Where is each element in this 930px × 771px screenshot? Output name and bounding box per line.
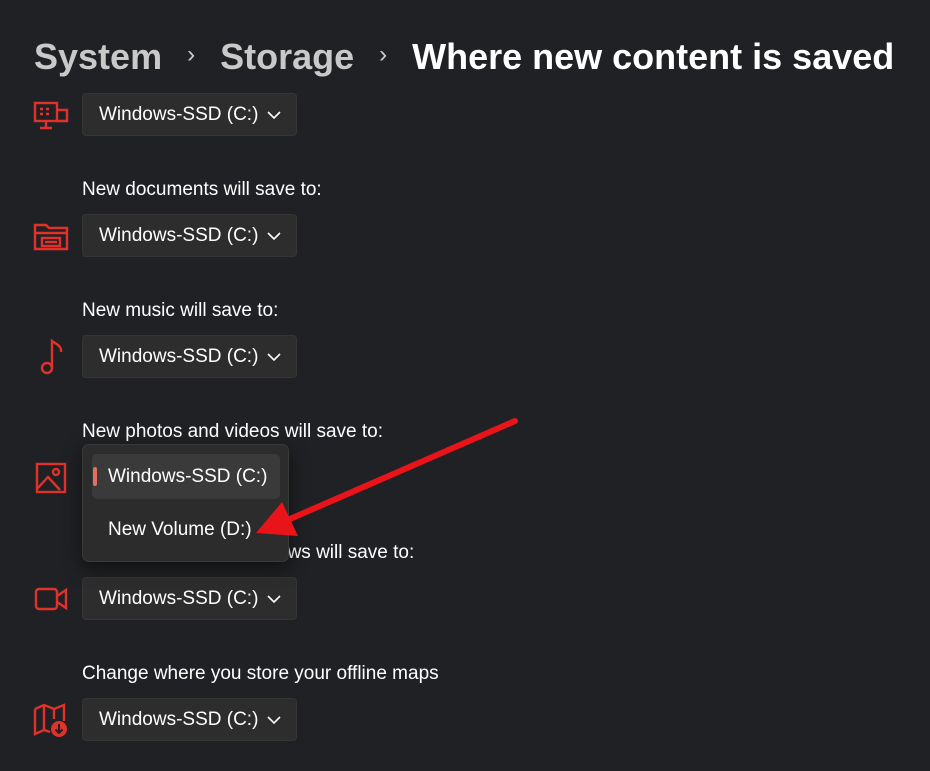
dropdown-value: Windows-SSD (C:) xyxy=(99,224,259,246)
chevron-down-icon xyxy=(267,352,281,361)
option-label: New Volume (D:) xyxy=(108,518,252,540)
dropdown-value: Windows-SSD (C:) xyxy=(99,708,259,730)
option-new-volume[interactable]: New Volume (D:) xyxy=(92,507,280,552)
dropdown-value: Windows-SSD (C:) xyxy=(99,103,259,125)
photos-videos-label: New photos and videos will save to: xyxy=(82,421,383,442)
movies-tv-drive-dropdown[interactable]: Windows-SSD (C:) xyxy=(82,577,297,620)
chevron-down-icon xyxy=(267,715,281,724)
chevron-down-icon xyxy=(267,594,281,603)
page-title: Where new content is saved xyxy=(412,36,895,77)
documents-drive-dropdown[interactable]: Windows-SSD (C:) xyxy=(82,214,297,257)
video-camera-icon xyxy=(34,587,68,611)
image-icon xyxy=(35,462,67,494)
music-note-icon xyxy=(40,338,63,375)
breadcrumb-storage[interactable]: Storage xyxy=(220,36,354,78)
option-label: Windows-SSD (C:) xyxy=(108,465,268,487)
chevron-down-icon xyxy=(267,231,281,240)
dropdown-value: Windows-SSD (C:) xyxy=(99,345,259,367)
documents-label: New documents will save to: xyxy=(82,179,322,200)
breadcrumb: System › Storage › Where new content is … xyxy=(34,36,894,78)
breadcrumb-separator: › xyxy=(187,41,196,68)
chevron-down-icon xyxy=(267,110,281,119)
selection-indicator xyxy=(93,467,97,486)
folder-icon xyxy=(33,223,69,251)
breadcrumb-separator: › xyxy=(379,41,388,68)
music-drive-dropdown[interactable]: Windows-SSD (C:) xyxy=(82,335,297,378)
breadcrumb-system[interactable]: System xyxy=(34,36,162,78)
music-label: New music will save to: xyxy=(82,300,279,321)
drive-options-popup: Windows-SSD (C:) New Volume (D:) xyxy=(82,444,289,562)
map-download-icon xyxy=(33,703,67,737)
offline-maps-label: Change where you store your offline maps xyxy=(82,663,439,684)
dropdown-value: Windows-SSD (C:) xyxy=(99,587,259,609)
option-windows-ssd[interactable]: Windows-SSD (C:) xyxy=(92,454,280,499)
offline-maps-drive-dropdown[interactable]: Windows-SSD (C:) xyxy=(82,698,297,741)
new-apps-drive-dropdown[interactable]: Windows-SSD (C:) xyxy=(82,93,297,136)
monitor-icon xyxy=(33,101,69,130)
